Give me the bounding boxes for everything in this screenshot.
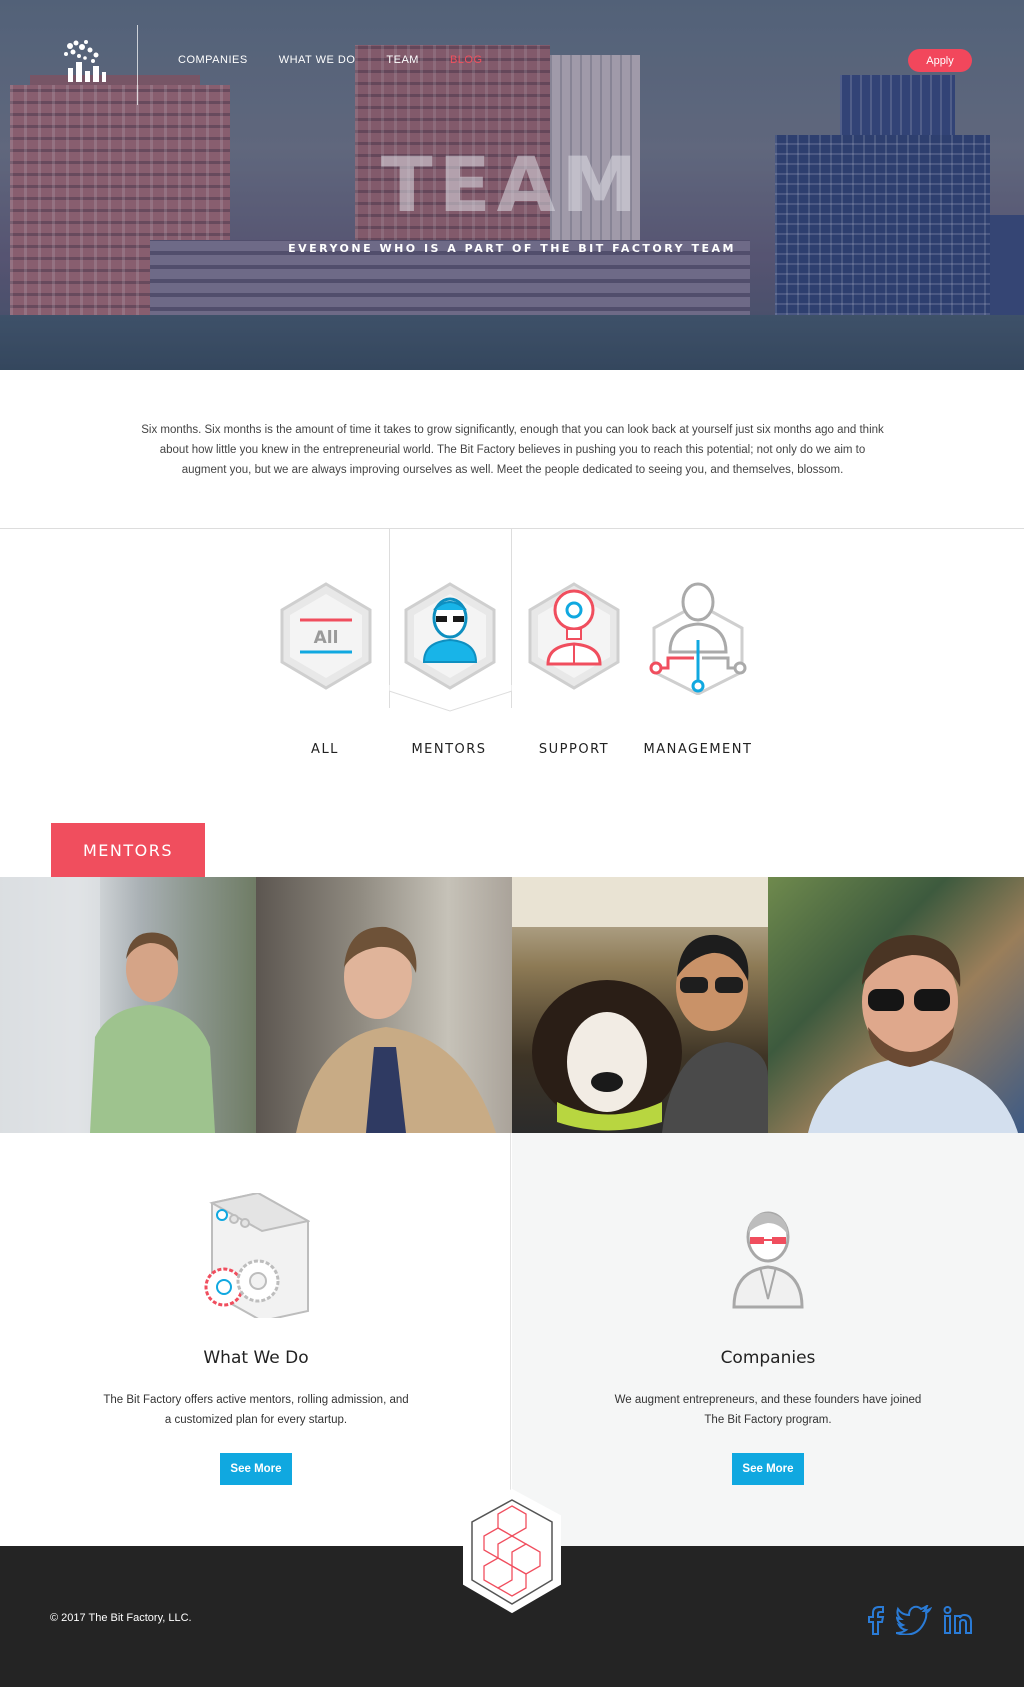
nav-link-blog[interactable]: BLOG [450,54,483,66]
card-text-what-we-do: The Bit Factory offers active mentors, r… [103,1394,409,1426]
browser-gears-icon [204,1193,310,1318]
intro-paragraph: Six months. Six months is the amount of … [141,424,884,476]
filter-label-support[interactable]: SUPPORT [509,742,639,757]
nav-divider [137,25,138,105]
nav-link-team[interactable]: TEAM [386,54,419,66]
mentor-photo-figure [0,877,215,1133]
bit-factory-logo[interactable] [60,38,110,88]
mentor-photo[interactable] [256,877,512,1133]
main-nav: COMPANIES WHAT WE DO TEAM BLOG [178,54,483,66]
filter-label-all[interactable]: ALL [260,742,390,757]
filter-all[interactable]: All [271,580,381,695]
lightbulb-person-icon [528,582,620,690]
mentor-photo-grid [0,877,1024,1133]
management-icon [649,582,747,695]
mentor-photo-figure [296,926,496,1133]
hero-banner: COMPANIES WHAT WE DO TEAM BLOG Apply TEA… [0,0,1024,370]
card-title-what-we-do: What We Do [203,1348,309,1368]
copyright-text: © 2017 The Bit Factory, LLC. [50,1612,192,1624]
all-icon: All [280,582,372,690]
filter-mentors[interactable] [395,580,505,695]
nav-link-companies[interactable]: COMPANIES [178,54,248,66]
facebook-icon[interactable] [866,1605,886,1635]
mentors-section-tag: MENTORS [51,823,205,877]
mentor-photo[interactable] [768,877,1024,1133]
see-more-companies-button[interactable]: See More [732,1453,804,1485]
mentor-icon [404,582,496,690]
card-text-companies: We augment entrepreneurs, and these foun… [614,1394,922,1426]
nav-link-what-we-do[interactable]: WHAT WE DO [279,54,356,66]
filter-support[interactable] [519,580,629,695]
founder-icon [732,1211,804,1309]
svg-text:All: All [314,628,339,648]
filter-label-mentors[interactable]: MENTORS [384,742,514,757]
filter-label-management[interactable]: MANAGEMENT [633,742,763,757]
mentor-photo-figure [512,877,768,1133]
mentor-photo-figure [808,935,1018,1133]
linkedin-icon[interactable] [942,1605,974,1635]
filter-management[interactable] [643,580,753,695]
footer-cube-logo[interactable] [460,1488,564,1616]
card-title-companies: Companies [720,1348,816,1368]
twitter-icon[interactable] [896,1605,932,1635]
page-title: TEAM [380,140,644,229]
apply-button[interactable]: Apply [908,49,972,72]
see-more-what-we-do-button[interactable]: See More [220,1453,292,1485]
section-divider [0,528,1024,529]
page-subtitle: EVERYONE WHO IS A PART OF THE BIT FACTOR… [288,242,736,255]
mentor-photo[interactable] [0,877,256,1133]
mentor-photo[interactable] [512,877,768,1133]
